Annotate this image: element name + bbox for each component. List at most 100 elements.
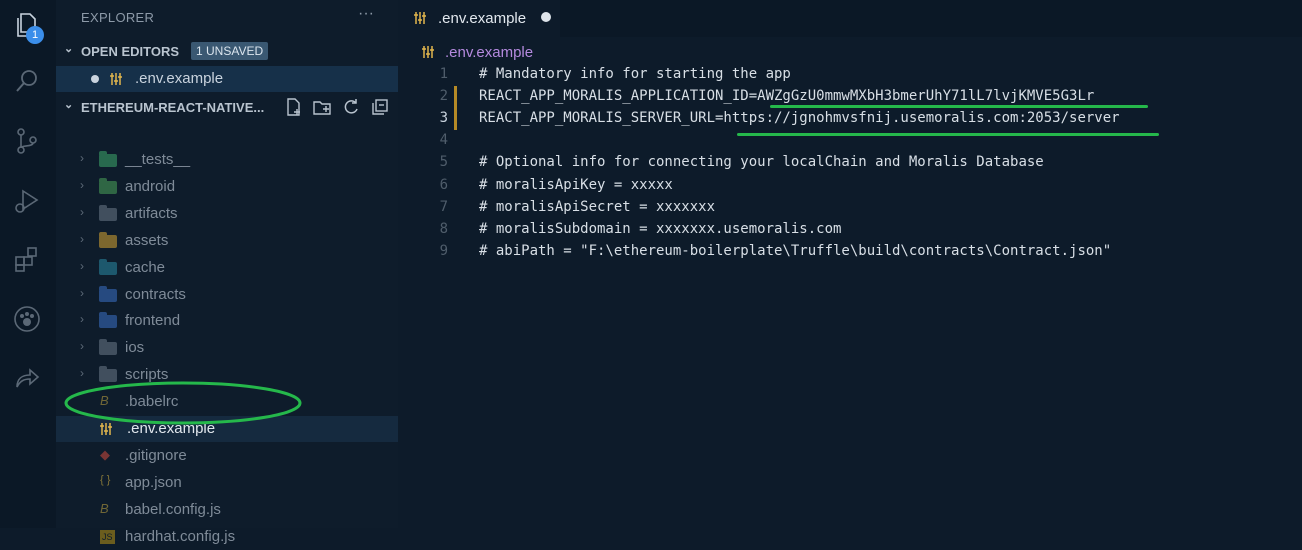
editor-area: .env.example .env.example 1 # Mandatory i… <box>398 0 1302 528</box>
more-actions-button[interactable]: ··· <box>358 5 374 23</box>
code-line: 3 REACT_APP_MORALIS_SERVER_URL=https://jg… <box>398 108 1302 131</box>
babel-icon: B <box>100 500 109 516</box>
code-text: REACT_APP_MORALIS_SERVER_URL=https://jgn… <box>479 110 1120 127</box>
open-editors-label: OPEN EDITORS <box>81 44 180 59</box>
chevron-right-icon: › <box>80 151 84 165</box>
chevron-right-icon: › <box>80 339 84 354</box>
tree-item-label: __tests__ <box>125 151 191 168</box>
open-editor-label: .env.example <box>135 70 224 87</box>
annotation-ellipse <box>64 381 302 425</box>
line-number: 5 <box>439 154 448 171</box>
run-debug-icon[interactable] <box>12 186 42 216</box>
chevron-right-icon: › <box>80 258 84 273</box>
tree-item-label: babel.config.js <box>125 500 221 518</box>
annotation-underline <box>770 105 1148 108</box>
tree-folder[interactable]: › assets <box>56 228 398 254</box>
folder-icon <box>99 312 117 329</box>
code-line: 8 # moralisSubdomain = xxxxxxx.usemoralis… <box>398 219 1302 241</box>
tree-item-label: hardhat.config.js <box>125 527 236 545</box>
code-text: # moralisSubdomain = xxxxxxx.usemoralis.… <box>479 220 842 237</box>
tree-folder[interactable]: › ios <box>56 335 398 361</box>
explorer-badge: 1 <box>26 26 44 44</box>
code-text: # Mandatory info for starting the app <box>479 66 791 82</box>
folder-icon <box>99 177 117 194</box>
remote-share-icon[interactable] <box>12 362 42 392</box>
code-text: # abiPath = "F:\ethereum-boilerplate\Tru… <box>479 242 1112 259</box>
tree-item-label: artifacts <box>125 204 178 222</box>
code-line: 5 # Optional info for connecting your loc… <box>398 152 1302 174</box>
code-line: 9 # abiPath = "F:\ethereum-boilerplate\Tr… <box>398 241 1302 263</box>
line-number: 7 <box>439 198 448 215</box>
tree-item-label: cache <box>125 258 166 276</box>
collapse-all-icon[interactable] <box>370 97 390 117</box>
tree-item-label: contracts <box>125 285 186 303</box>
tree-folder[interactable]: › __tests__ <box>56 147 398 173</box>
breadcrumb-file[interactable]: .env.example <box>445 44 533 61</box>
unsaved-dot-icon[interactable] <box>541 12 551 22</box>
settings-icon <box>414 11 428 25</box>
js-icon: JS <box>100 529 115 544</box>
line-number: 8 <box>439 220 448 237</box>
code-line: 1 # Mandatory info for starting the app <box>398 64 1302 86</box>
project-label: ETHEREUM-REACT-NATIVE... <box>81 100 265 115</box>
tree-folder[interactable]: › contracts <box>56 282 398 308</box>
line-number: 6 <box>439 176 448 193</box>
tree-file[interactable]: Bbabel.config.js <box>56 497 398 523</box>
json-icon: { } <box>100 473 111 486</box>
chevron-right-icon: › <box>80 366 84 381</box>
activity-bar: 1 <box>0 0 56 528</box>
new-folder-icon[interactable] <box>312 97 332 117</box>
extensions-icon[interactable] <box>12 244 42 274</box>
tree-folder[interactable]: › frontend <box>56 308 398 334</box>
chevron-right-icon: › <box>80 177 84 192</box>
tree-file[interactable]: ◆ .gitignore <box>56 443 398 469</box>
code-line: 6 # moralisApiKey = xxxxx <box>398 175 1302 197</box>
tree-folder[interactable]: › cache <box>56 255 398 281</box>
refresh-icon[interactable] <box>341 97 361 117</box>
line-number: 9 <box>439 242 448 259</box>
new-file-icon[interactable] <box>284 97 304 117</box>
chevron-right-icon: › <box>80 231 84 246</box>
modified-gutter-mark <box>454 86 457 109</box>
chevron-right-icon: › <box>80 312 84 327</box>
settings-icon <box>110 72 124 86</box>
paw-icon[interactable] <box>12 304 42 334</box>
code-text: REACT_APP_MORALIS_APPLICATION_ID=AWZgGzU… <box>479 88 1095 105</box>
line-number: 4 <box>439 132 448 149</box>
folder-icon <box>99 231 117 248</box>
annotation-underline <box>737 133 1159 136</box>
folder-icon <box>99 258 117 275</box>
tree-item-label: android <box>125 177 176 195</box>
unsaved-dot-icon <box>91 75 99 83</box>
tree-file[interactable]: { } app.json <box>56 470 398 496</box>
chevron-down-icon: ⌄ <box>64 43 74 55</box>
explorer-sidebar: EXPLORER ··· ⌄ OPEN EDITORS 1 UNSAVED .e… <box>56 0 398 545</box>
unsaved-badge: 1 UNSAVED <box>191 42 269 60</box>
tree-folder[interactable]: › android <box>56 174 398 200</box>
tree-item-label: .gitignore <box>125 446 187 464</box>
search-icon[interactable] <box>12 66 42 96</box>
tab-env-example[interactable]: .env.example <box>398 0 560 38</box>
line-number: 3 <box>439 110 448 127</box>
settings-icon <box>422 45 436 59</box>
code-line: 7 # moralisApiSecret = xxxxxxx <box>398 197 1302 219</box>
code-text: # moralisApiSecret = xxxxxxx <box>479 198 716 215</box>
line-number: 1 <box>439 66 448 82</box>
line-number: 2 <box>439 88 448 105</box>
tree-item-label: assets <box>125 231 169 249</box>
chevron-right-icon: › <box>80 285 84 300</box>
folder-icon <box>99 285 117 302</box>
source-control-icon[interactable] <box>12 126 42 156</box>
git-icon: ◆ <box>100 446 110 462</box>
code-text: # moralisApiKey = xxxxx <box>479 176 673 193</box>
tree-file[interactable]: JS hardhat.config.js <box>56 524 398 550</box>
open-editors-header[interactable]: ⌄ OPEN EDITORS 1 UNSAVED <box>56 41 398 63</box>
sidebar-title: EXPLORER <box>81 10 155 25</box>
tree-item-label: frontend <box>125 312 181 330</box>
tab-label: .env.example <box>438 10 527 27</box>
open-editor-item[interactable]: .env.example <box>56 66 398 92</box>
tree-folder[interactable]: › artifacts <box>56 201 398 227</box>
tree-item-label: app.json <box>125 473 182 491</box>
folder-icon <box>99 339 117 356</box>
folder-icon <box>99 151 117 167</box>
